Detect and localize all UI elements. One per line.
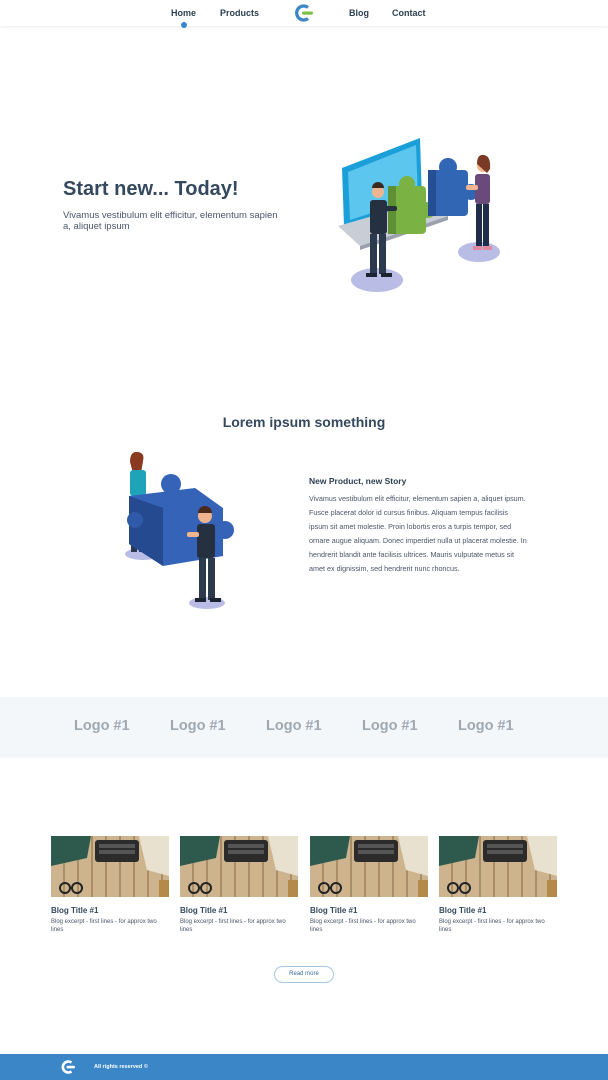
read-more-button[interactable]: Read more bbox=[274, 966, 334, 983]
blog-card-excerpt: Blog excerpt - first lines - for approx … bbox=[439, 919, 545, 933]
footer: All rights reserved © bbox=[0, 1054, 608, 1080]
c-logo-icon[interactable] bbox=[293, 3, 315, 23]
nav-link-contact[interactable]: Contact bbox=[392, 8, 426, 18]
section-title: Lorem ipsum something bbox=[222, 414, 386, 430]
nav-link-products[interactable]: Products bbox=[220, 8, 259, 18]
hero-subtitle: Vivamus vestibulum elit efficitur, eleme… bbox=[63, 210, 278, 232]
blog-card-excerpt: Blog excerpt - first lines - for approx … bbox=[180, 919, 286, 933]
partner-logo: Logo #1 bbox=[170, 718, 226, 734]
blog-card-excerpt: Blog excerpt - first lines - for approx … bbox=[51, 919, 157, 933]
story-body: Vivamus vestibulum elit efficitur, eleme… bbox=[309, 494, 527, 573]
story-title: New Product, new Story bbox=[309, 476, 407, 486]
copyright-text: All rights reserved © bbox=[94, 1064, 148, 1070]
blog-card-image[interactable] bbox=[310, 836, 428, 897]
blog-card-image[interactable] bbox=[51, 836, 169, 897]
partner-logo: Logo #1 bbox=[74, 718, 130, 734]
c-logo-icon[interactable] bbox=[60, 1059, 76, 1075]
blog-card-image[interactable] bbox=[439, 836, 557, 897]
top-navbar: Home Products Blog Contact bbox=[0, 0, 608, 28]
blog-card[interactable]: Blog Title #1 Blog excerpt - first lines… bbox=[310, 836, 428, 934]
blog-card[interactable]: Blog Title #1 Blog excerpt - first lines… bbox=[51, 836, 169, 934]
blog-card-title[interactable]: Blog Title #1 bbox=[51, 906, 169, 915]
partner-logo: Logo #1 bbox=[362, 718, 418, 734]
blog-card-title[interactable]: Blog Title #1 bbox=[180, 906, 298, 915]
team-puzzle-illustration bbox=[125, 451, 234, 609]
hero-puzzle-illustration bbox=[338, 138, 500, 292]
blog-card-title[interactable]: Blog Title #1 bbox=[439, 906, 557, 915]
blog-card[interactable]: Blog Title #1 Blog excerpt - first lines… bbox=[439, 836, 557, 934]
partner-logo: Logo #1 bbox=[266, 718, 322, 734]
blog-card-title[interactable]: Blog Title #1 bbox=[310, 906, 428, 915]
blog-card-excerpt: Blog excerpt - first lines - for approx … bbox=[310, 919, 416, 933]
partner-logo: Logo #1 bbox=[458, 718, 514, 734]
blog-card-image[interactable] bbox=[180, 836, 298, 897]
nav-link-blog[interactable]: Blog bbox=[349, 8, 369, 18]
hero-title: Start new... Today! bbox=[63, 178, 239, 200]
blog-card[interactable]: Blog Title #1 Blog excerpt - first lines… bbox=[180, 836, 298, 934]
active-indicator bbox=[181, 22, 187, 28]
nav-link-home[interactable]: Home bbox=[171, 8, 196, 18]
